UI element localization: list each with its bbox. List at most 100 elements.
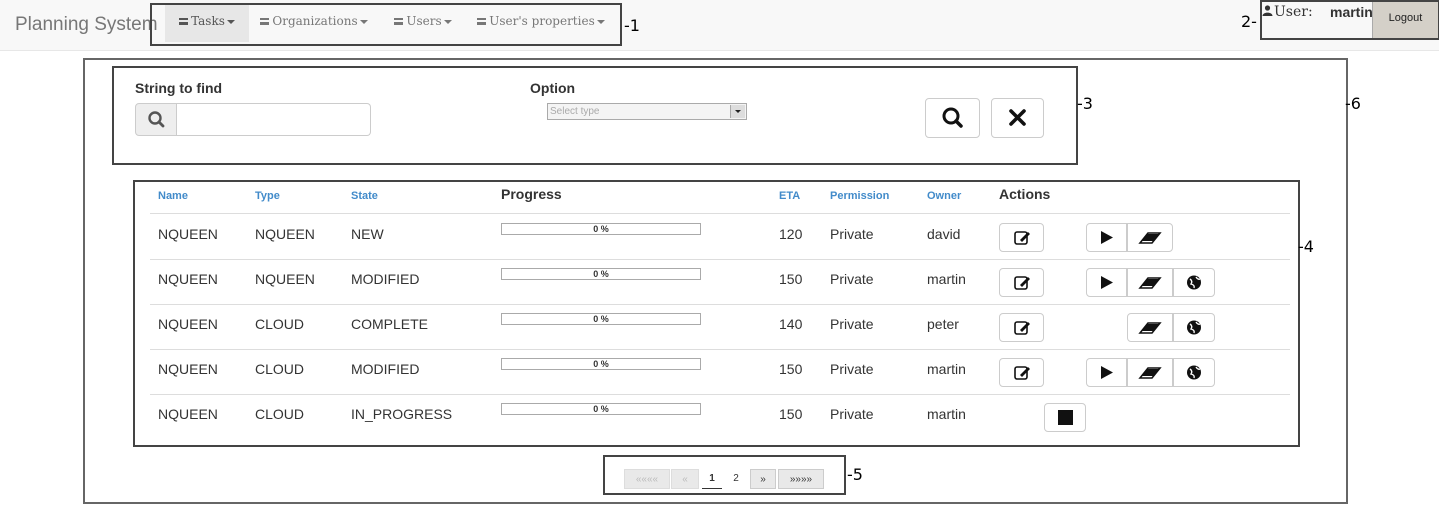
menu-icon [179, 18, 189, 25]
progress-text: 0 % [593, 269, 609, 279]
next-page-button[interactable]: » [750, 469, 776, 489]
play-icon [1101, 366, 1113, 379]
nav-user-properties[interactable]: User's properties [472, 5, 610, 42]
publish-button[interactable] [1173, 268, 1215, 297]
menu-icon [260, 18, 270, 25]
nav-tasks[interactable]: Tasks [165, 5, 249, 42]
edit-button[interactable] [999, 268, 1044, 297]
page-1-button[interactable]: 1 [702, 469, 722, 489]
publish-button[interactable] [1173, 313, 1215, 342]
app-brand[interactable]: Planning System [15, 14, 158, 36]
cell-permission: Private [830, 406, 874, 422]
eraser-icon [1138, 367, 1162, 379]
prev-page-button[interactable]: « [671, 469, 699, 489]
cell-name: NQUEEN [158, 406, 218, 422]
caret-down-icon [443, 19, 452, 24]
cell-eta: 150 [779, 271, 803, 287]
first-page-button[interactable]: «««« [624, 469, 670, 489]
row-divider [150, 349, 1290, 350]
page-2-button[interactable]: 2 [726, 469, 746, 489]
cell-state: IN_PROGRESS [351, 406, 453, 422]
search-icon [148, 111, 165, 128]
nav-users-label: Users [406, 14, 442, 28]
nav-users[interactable]: Users [385, 5, 461, 42]
column-header-permission[interactable]: Permission [830, 190, 889, 202]
dropdown-arrow-icon [730, 105, 745, 118]
edit-button[interactable] [999, 223, 1044, 252]
cell-owner: martin [927, 361, 966, 377]
cell-owner: martin [927, 406, 966, 422]
progress-bar: 0 % [501, 403, 701, 415]
edit-button[interactable] [999, 358, 1044, 387]
stop-icon [1058, 410, 1073, 425]
callout-4: -4 [1298, 237, 1314, 256]
column-header-state[interactable]: State [351, 190, 378, 202]
cell-eta: 150 [779, 361, 803, 377]
callout-2: 2- [1241, 12, 1257, 31]
column-header-owner[interactable]: Owner [927, 190, 961, 202]
column-header-name[interactable]: Name [158, 190, 188, 202]
nav-user-properties-label: User's properties [489, 14, 595, 28]
run-button[interactable] [1086, 358, 1127, 387]
edit-icon [1014, 321, 1030, 335]
cell-state: NEW [351, 226, 384, 242]
nav-organizations-label: Organizations [272, 14, 358, 28]
cell-permission: Private [830, 226, 874, 242]
edit-icon [1014, 231, 1030, 245]
run-button[interactable] [1086, 268, 1127, 297]
eraser-icon [1138, 232, 1162, 244]
erase-button[interactable] [1127, 223, 1173, 252]
column-header-eta[interactable]: ETA [779, 190, 800, 202]
string-to-find-label: String to find [135, 80, 223, 96]
close-icon [1009, 109, 1026, 126]
erase-button[interactable] [1127, 313, 1173, 342]
edit-icon [1014, 366, 1030, 380]
caret-down-icon [359, 19, 368, 24]
cell-eta: 150 [779, 406, 803, 422]
search-button[interactable] [925, 98, 980, 138]
edit-icon [1014, 276, 1030, 290]
progress-text: 0 % [593, 314, 609, 324]
progress-text: 0 % [593, 224, 609, 234]
option-select[interactable]: Select type [547, 103, 747, 120]
callout-1: -1 [624, 16, 640, 35]
progress-bar: 0 % [501, 358, 701, 370]
cell-permission: Private [830, 271, 874, 287]
last-page-button[interactable]: »»»» [778, 469, 824, 489]
cell-type: CLOUD [255, 406, 305, 422]
cell-name: NQUEEN [158, 361, 218, 377]
clear-button[interactable] [991, 98, 1044, 138]
nav-organizations[interactable]: Organizations [254, 5, 374, 42]
logout-button[interactable]: Logout [1372, 2, 1438, 38]
cell-name: NQUEEN [158, 271, 218, 287]
progress-bar: 0 % [501, 223, 701, 235]
search-addon [135, 103, 177, 136]
cell-owner: peter [927, 316, 959, 332]
globe-icon [1187, 275, 1201, 290]
row-divider [150, 394, 1290, 395]
header-divider [150, 213, 1290, 214]
menu-icon [477, 18, 487, 25]
search-input[interactable] [177, 103, 371, 136]
cell-owner: david [927, 226, 961, 242]
cell-eta: 120 [779, 226, 803, 242]
column-header-type[interactable]: Type [255, 190, 280, 202]
cell-type: NQUEEN [255, 226, 315, 242]
callout-5: -5 [847, 465, 863, 484]
option-select-value: Select type [550, 106, 600, 117]
stop-button[interactable] [1044, 403, 1086, 432]
callout-3: -3 [1077, 94, 1093, 113]
publish-button[interactable] [1173, 358, 1215, 387]
erase-button[interactable] [1127, 268, 1173, 297]
cell-type: CLOUD [255, 361, 305, 377]
tasks-table [133, 180, 1300, 447]
progress-bar: 0 % [501, 268, 701, 280]
erase-button[interactable] [1127, 358, 1173, 387]
eraser-icon [1138, 277, 1162, 289]
edit-button[interactable] [999, 313, 1044, 342]
run-button[interactable] [1086, 223, 1127, 252]
progress-text: 0 % [593, 359, 609, 369]
user-icon [1262, 5, 1273, 16]
progress-bar: 0 % [501, 313, 701, 325]
cell-permission: Private [830, 361, 874, 377]
